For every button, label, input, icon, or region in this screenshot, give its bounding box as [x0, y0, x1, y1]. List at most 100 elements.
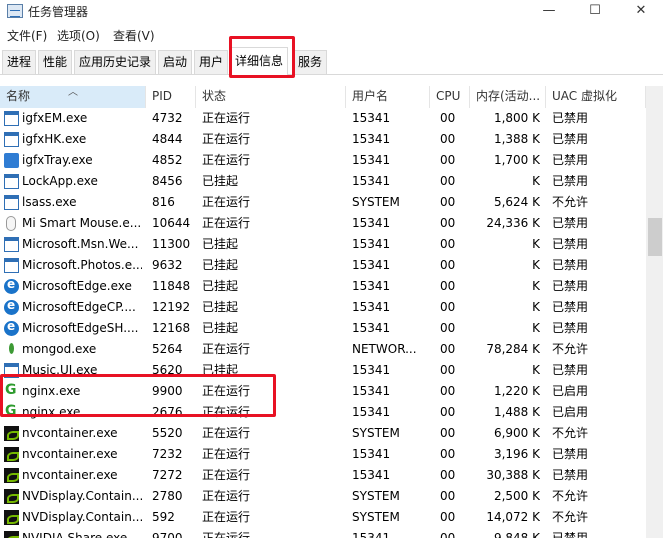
table-row[interactable]: Microsoft.Msn.We... 11300 已挂起 15341 00 K 已禁用 — [0, 234, 645, 255]
process-name: Music.UI.exe — [22, 363, 98, 377]
table-row[interactable]: Music.UI.exe 5620 已挂起 15341 00 K 已禁用 — [0, 360, 645, 381]
close-button[interactable]: ✕ — [618, 0, 663, 24]
process-pid: 9632 — [152, 258, 183, 272]
tab-details[interactable]: 详细信息 — [230, 47, 289, 76]
column-header-row: ︿ 名称 PID 状态 用户名 CPU 内存(活动... UAC 虚拟化 — [0, 86, 663, 108]
process-cpu: 00 — [440, 447, 456, 461]
tab-bar: 进程 性能 应用历史记录 启动 用户 详细信息 服务 — [0, 47, 663, 76]
process-name: MicrosoftEdge.exe — [22, 279, 132, 293]
process-uac: 不允许 — [552, 510, 589, 524]
process-memory: K — [532, 363, 540, 377]
process-pid: 4852 — [152, 153, 183, 167]
table-row[interactable]: igfxHK.exe 4844 正在运行 15341 00 1,388 K 已禁用 — [0, 129, 645, 150]
edge-icon — [4, 298, 19, 315]
process-status: 正在运行 — [202, 531, 251, 538]
table-row[interactable]: MicrosoftEdgeCP.... 12192 已挂起 15341 00 K 已禁用 — [0, 297, 645, 318]
table-row[interactable]: NVDisplay.Contain... 592 正在运行 SYSTEM 00 14,07… — [0, 507, 645, 528]
vertical-scrollbar[interactable] — [646, 86, 663, 538]
process-name: igfxEM.exe — [22, 111, 88, 125]
process-name: Microsoft.Photos.e... — [22, 258, 142, 272]
table-row[interactable]: nginx.exe 2676 正在运行 15341 00 1,488 K 已启用 — [0, 402, 645, 423]
tab-services[interactable]: 服务 — [293, 50, 328, 74]
column-header-cpu[interactable]: CPU — [430, 86, 470, 108]
menu-file[interactable]: 文件(F) — [7, 27, 47, 44]
process-name: nginx.exe — [22, 384, 81, 398]
process-status: 已挂起 — [202, 258, 239, 272]
tab-app-history[interactable]: 应用历史记录 — [74, 50, 157, 74]
process-uac: 已禁用 — [552, 531, 589, 538]
table-row[interactable]: nvcontainer.exe 5520 正在运行 SYSTEM 00 6,900 K 不允… — [0, 423, 645, 444]
process-username: 15341 — [352, 447, 391, 461]
process-name: MicrosoftEdgeCP.... — [22, 300, 136, 314]
process-name: LockApp.exe — [22, 174, 98, 188]
tray-icon — [4, 153, 19, 168]
process-status: 正在运行 — [202, 195, 251, 209]
tab-performance[interactable]: 性能 — [38, 50, 73, 74]
process-username: NETWOR... — [352, 342, 417, 356]
table-row[interactable]: Microsoft.Photos.e... 9632 已挂起 15341 00 K 已禁用 — [0, 255, 645, 276]
process-cpu: 00 — [440, 426, 456, 440]
process-memory: 5,624 K — [493, 195, 540, 209]
process-name: igfxHK.exe — [22, 132, 87, 146]
process-status: 已挂起 — [202, 174, 239, 188]
column-header-uac[interactable]: UAC 虚拟化 — [546, 86, 646, 108]
process-username: 15341 — [352, 111, 391, 125]
process-cpu: 00 — [440, 510, 456, 524]
process-pid: 9900 — [152, 384, 183, 398]
process-name: nvcontainer.exe — [22, 426, 118, 440]
process-uac: 已禁用 — [552, 468, 589, 482]
title-bar[interactable]: 任务管理器 — ☐ ✕ — [0, 0, 663, 24]
menu-view[interactable]: 查看(V) — [113, 27, 155, 44]
process-username: SYSTEM — [352, 489, 400, 503]
table-row[interactable]: nvcontainer.exe 7232 正在运行 15341 00 3,196 K 已禁用 — [0, 444, 645, 465]
tab-users[interactable]: 用户 — [194, 50, 229, 74]
process-cpu: 00 — [440, 174, 456, 188]
process-memory: 3,196 K — [493, 447, 540, 461]
process-username: 15341 — [352, 405, 391, 419]
table-row[interactable]: igfxEM.exe 4732 正在运行 15341 00 1,800 K 已禁用 — [0, 108, 645, 129]
process-pid: 2676 — [152, 405, 183, 419]
process-username: 15341 — [352, 300, 391, 314]
process-uac: 已禁用 — [552, 132, 589, 146]
column-header-username[interactable]: 用户名 — [346, 86, 430, 108]
column-header-name[interactable]: ︿ 名称 — [0, 86, 146, 108]
process-username: 15341 — [352, 153, 391, 167]
process-status: 已挂起 — [202, 237, 239, 251]
column-header-pid[interactable]: PID — [146, 86, 196, 108]
table-row[interactable]: mongod.exe 5264 正在运行 NETWOR... 00 78,284 K 不允许 — [0, 339, 645, 360]
table-row[interactable]: igfxTray.exe 4852 正在运行 15341 00 1,700 K 已禁用 — [0, 150, 645, 171]
process-cpu: 00 — [440, 342, 456, 356]
table-row[interactable]: lsass.exe 816 正在运行 SYSTEM 00 5,624 K 不允许 — [0, 192, 645, 213]
process-pid: 5520 — [152, 426, 183, 440]
app-icon — [4, 237, 19, 252]
process-username: SYSTEM — [352, 195, 400, 209]
nvidia-icon — [4, 426, 19, 441]
app-icon — [4, 258, 19, 273]
tab-startup[interactable]: 启动 — [158, 50, 193, 74]
table-row[interactable]: nginx.exe 9900 正在运行 15341 00 1,220 K 已启用 — [0, 381, 645, 402]
process-pid: 4732 — [152, 111, 183, 125]
app-icon — [4, 111, 19, 126]
column-header-memory[interactable]: 内存(活动... — [470, 86, 546, 108]
process-uac: 已启用 — [552, 405, 589, 419]
table-row[interactable]: Mi Smart Mouse.e... 10644 正在运行 15341 00 24,33… — [0, 213, 645, 234]
table-row[interactable]: LockApp.exe 8456 已挂起 15341 00 K 已禁用 — [0, 171, 645, 192]
minimize-button[interactable]: — — [526, 0, 572, 24]
scrollbar-thumb[interactable] — [648, 218, 662, 256]
process-cpu: 00 — [440, 216, 456, 230]
table-row[interactable]: MicrosoftEdge.exe 11848 已挂起 15341 00 K 已禁用 — [0, 276, 645, 297]
process-cpu: 00 — [440, 279, 456, 293]
process-pid: 11300 — [152, 237, 191, 251]
process-cpu: 00 — [440, 195, 456, 209]
table-row[interactable]: NVIDIA Share.exe 9700 正在运行 15341 00 9,848 K 已禁… — [0, 528, 645, 538]
process-pid: 8456 — [152, 174, 183, 188]
column-header-status[interactable]: 状态 — [196, 86, 346, 108]
menu-options[interactable]: 选项(O) — [57, 27, 100, 44]
table-row[interactable]: nvcontainer.exe 7272 正在运行 15341 00 30,388 K 已禁… — [0, 465, 645, 486]
maximize-button[interactable]: ☐ — [572, 0, 618, 24]
table-row[interactable]: MicrosoftEdgeSH.... 12168 已挂起 15341 00 K 已禁用 — [0, 318, 645, 339]
process-memory: 1,488 K — [493, 405, 540, 419]
table-row[interactable]: NVDisplay.Contain... 2780 正在运行 SYSTEM 00 2,50… — [0, 486, 645, 507]
process-status: 正在运行 — [202, 111, 251, 125]
tab-processes[interactable]: 进程 — [2, 50, 37, 74]
